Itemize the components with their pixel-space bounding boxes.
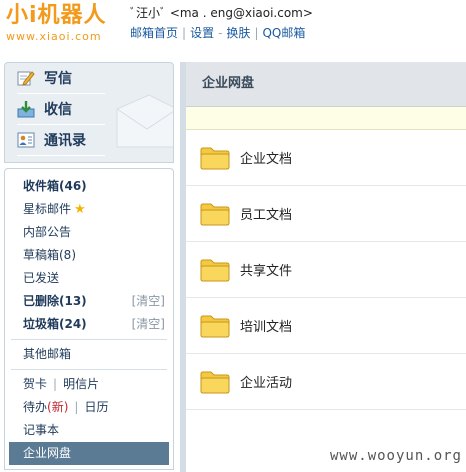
folder-icon	[200, 147, 230, 169]
inbox-download-icon	[17, 100, 35, 118]
user-email: ﾞ汪小ﾞ <ma . eng@xiaoi.com>	[130, 4, 313, 21]
folder-spam-label: 垃圾箱(24)	[23, 317, 87, 331]
separator: |	[74, 400, 79, 414]
change-skin-link[interactable]: 换肤	[226, 26, 250, 40]
logo[interactable]: 小i机器人 www.xiaoi.com	[6, 3, 107, 43]
logo-url: www.xiaoi.com	[6, 30, 102, 43]
postcards-link[interactable]: 明信片	[63, 377, 99, 391]
write-icon	[17, 69, 35, 87]
contacts-label: 通讯录	[44, 133, 86, 149]
folder-icon	[200, 259, 230, 281]
quick-actions-panel: 写信 收信 通讯录	[4, 62, 174, 163]
folder-notice[interactable]: 内部公告	[5, 221, 173, 244]
todo-link[interactable]: 待办	[23, 400, 47, 414]
greeting-cards-link[interactable]: 贺卡	[23, 377, 47, 391]
folder-other-label: 其他邮箱	[23, 347, 72, 361]
calendar-link[interactable]: 日历	[84, 400, 108, 414]
settings-link[interactable]: 设置	[190, 26, 214, 40]
folder-icon	[200, 315, 230, 337]
folder-row[interactable]: 员工文档	[186, 186, 466, 242]
contacts-icon	[17, 131, 35, 149]
folder-row[interactable]: 企业活动	[186, 354, 466, 410]
top-links: 邮箱首页 | 设置 - 换肤 | QQ邮箱	[130, 24, 305, 41]
watermark: www.wooyun.org	[329, 448, 462, 464]
star-icon: ★	[74, 202, 86, 217]
folder-icon	[200, 203, 230, 225]
folder-name: 培训文档	[240, 320, 293, 335]
notice-bar	[186, 107, 466, 130]
contacts-button[interactable]: 通讯录	[17, 125, 105, 156]
notes-link[interactable]: 记事本	[5, 419, 173, 442]
separator: |	[182, 26, 187, 40]
folder-starred-label: 星标邮件	[23, 202, 72, 216]
folder-other-mailbox[interactable]: 其他邮箱	[5, 343, 173, 366]
divider	[11, 369, 167, 370]
cards-row: 贺卡 | 明信片	[5, 373, 173, 396]
folder-row[interactable]: 培训文档	[186, 298, 466, 354]
netdisk-panel: 企业网盘 企业文档 员工文档 共享文件 培训文档 企业活动	[180, 62, 466, 472]
separator: |	[53, 377, 58, 391]
folder-name: 企业文档	[240, 152, 293, 167]
folder-row[interactable]: 共享文件	[186, 242, 466, 298]
header: 小i机器人 www.xiaoi.com ﾞ汪小ﾞ <ma . eng@xiaoi…	[0, 0, 466, 58]
folder-name: 企业活动	[240, 376, 293, 391]
folder-inbox[interactable]: 收件箱(46)	[5, 175, 173, 198]
folder-sent-label: 已发送	[23, 271, 60, 285]
compose-label: 写信	[44, 71, 72, 87]
clear-spam-link[interactable]: [清空]	[132, 313, 165, 336]
separator: |	[254, 26, 259, 40]
folder-row[interactable]: 企业文档	[186, 130, 466, 186]
envelope-decoration-icon	[116, 94, 173, 148]
user-email-text: ﾞ汪小ﾞ <ma . eng@xiaoi.com>	[130, 6, 313, 20]
folder-deleted-label: 已删除(13)	[23, 294, 87, 308]
todo-row: 待办(新) | 日历	[5, 396, 173, 419]
todo-new-badge: (新)	[47, 400, 69, 414]
folder-name: 共享文件	[240, 264, 293, 279]
folder-inbox-label: 收件箱(46)	[23, 179, 87, 193]
divider	[11, 339, 167, 340]
folder-deleted[interactable]: 已删除(13) [清空]	[5, 290, 173, 313]
receive-mail-label: 收信	[44, 102, 72, 118]
qq-mail-link[interactable]: QQ邮箱	[262, 26, 305, 40]
folder-starred[interactable]: 星标邮件 ★	[5, 198, 173, 221]
folder-icon	[200, 371, 230, 393]
folder-name: 员工文档	[240, 208, 293, 223]
receive-mail-button[interactable]: 收信	[17, 94, 105, 125]
folder-list: 收件箱(46) 星标邮件 ★ 内部公告 草稿箱(8) 已发送 已删除(13) [清空…	[4, 168, 174, 470]
folder-sent[interactable]: 已发送	[5, 267, 173, 290]
separator: -	[218, 26, 223, 40]
compose-button[interactable]: 写信	[17, 63, 105, 94]
folder-drafts[interactable]: 草稿箱(8)	[5, 244, 173, 267]
clear-deleted-link[interactable]: [清空]	[132, 290, 165, 313]
folder-drafts-label: 草稿箱(8)	[23, 248, 76, 262]
folder-spam[interactable]: 垃圾箱(24) [清空]	[5, 313, 173, 336]
netdisk-link[interactable]: 企业网盘	[9, 442, 169, 465]
logo-text: 小i机器人	[6, 3, 107, 28]
notes-label: 记事本	[23, 423, 60, 437]
mail-home-link[interactable]: 邮箱首页	[130, 26, 178, 40]
page-title: 企业网盘	[186, 62, 466, 107]
folder-notice-label: 内部公告	[23, 225, 72, 239]
netdisk-label: 企业网盘	[23, 446, 72, 460]
